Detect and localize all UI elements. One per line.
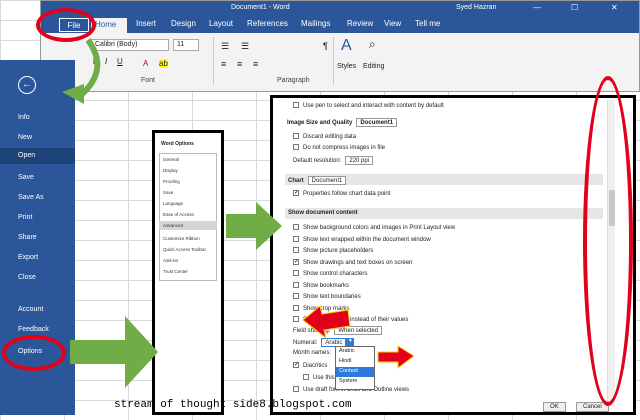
- highlight-ellipse-file: [36, 8, 96, 42]
- red-arrow-icon: [302, 305, 351, 340]
- highlight-ellipse-options: [2, 335, 66, 371]
- caption: stream of thought side8.blogspot.com: [114, 399, 352, 411]
- highlight-ellipse-scrollbar: [583, 76, 633, 406]
- arrow-head-icon: [62, 84, 84, 104]
- annotation-layer: [62, 38, 415, 388]
- arrow-right-icon: [226, 202, 282, 250]
- arrow-right-icon: [70, 316, 158, 388]
- red-arrow-icon: [377, 345, 415, 369]
